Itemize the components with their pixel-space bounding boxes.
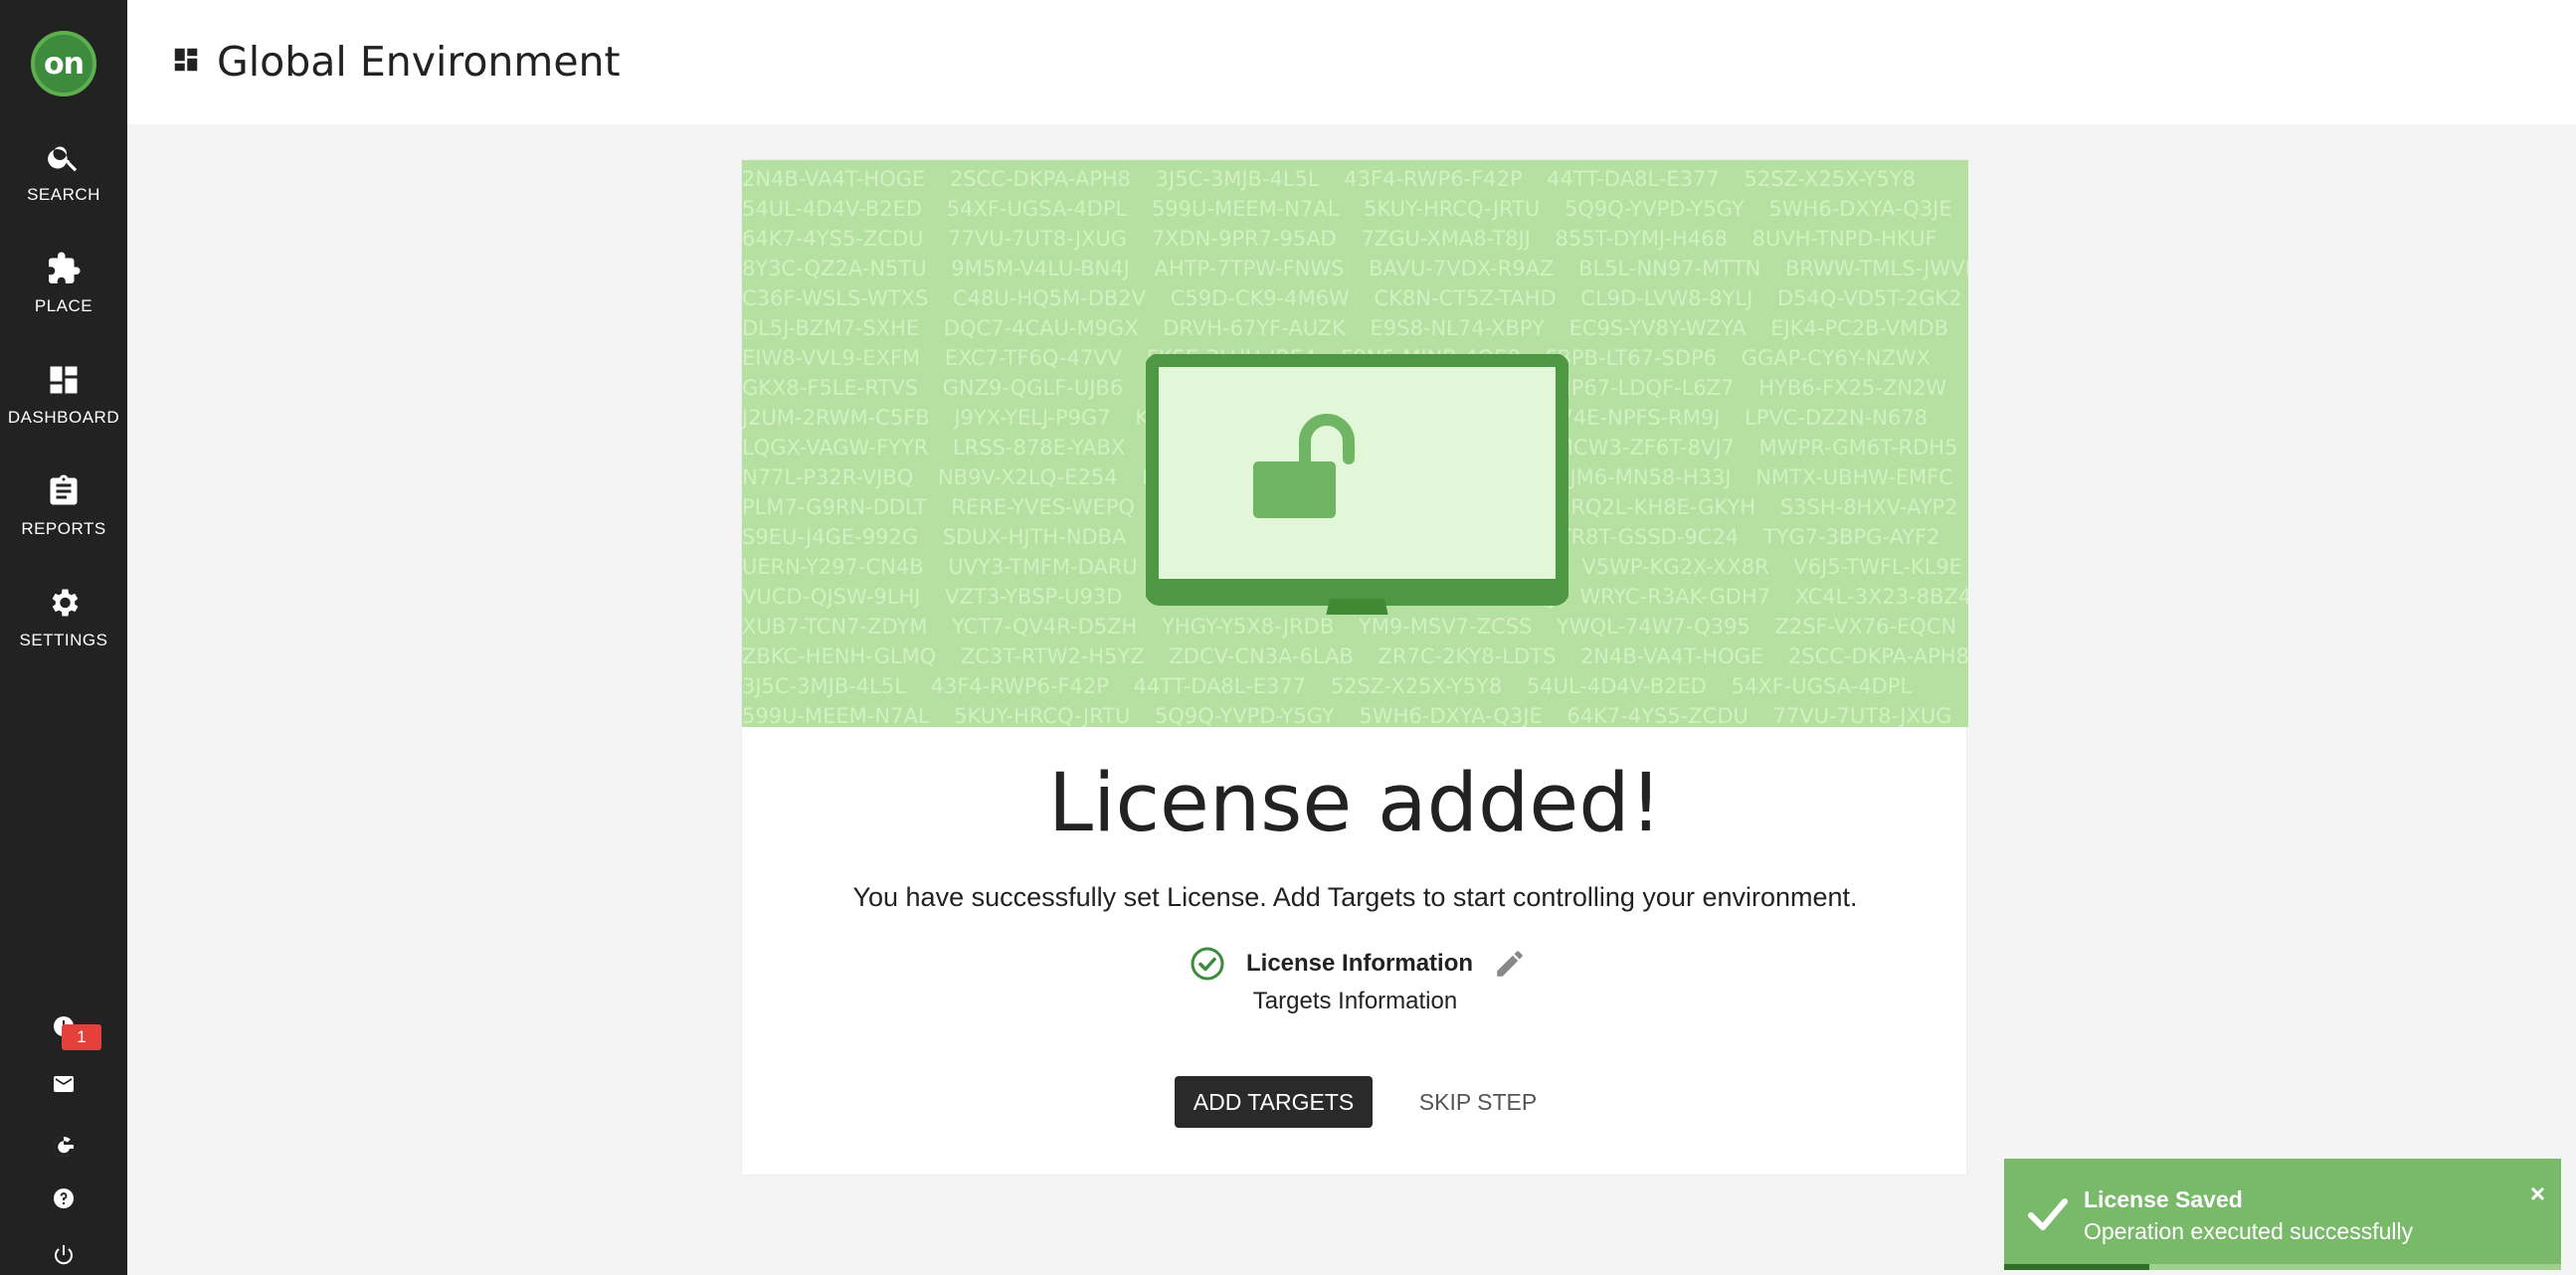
- nav-search-label: SEARCH: [27, 185, 100, 204]
- clipboard-icon: [50, 474, 78, 505]
- page-title: Global Environment: [217, 38, 621, 86]
- add-targets-button[interactable]: ADD TARGETS: [1175, 1076, 1373, 1128]
- license-key-line: 54UL-4D4V-B2ED 54XF-UGSA-4DPL 599U-MEEM-…: [742, 197, 1952, 221]
- power-button[interactable]: [48, 1239, 80, 1271]
- license-key-line: 2N4B-VA4T-HOGE 2SCC-DKPA-APH8 3J5C-3MJB-…: [742, 167, 1916, 191]
- license-key-line: 3J5C-3MJB-4L5L 43F4-RWP6-F42P 44TT-DA8L-…: [742, 674, 1913, 698]
- unlocked-monitor-icon: [1146, 354, 1568, 615]
- toast-close-button[interactable]: ×: [2530, 1179, 2545, 1209]
- hero-banner: 2N4B-VA4T-HOGE 2SCC-DKPA-APH8 3J5C-3MJB-…: [742, 160, 1968, 727]
- gear-icon: [52, 589, 79, 617]
- toast-title: License Saved: [2084, 1186, 2243, 1212]
- step-license-label: License Information: [1246, 950, 1474, 977]
- puzzle-icon: [49, 252, 81, 283]
- nav-settings-label: SETTINGS: [19, 631, 108, 649]
- power-icon: [55, 1245, 73, 1265]
- page-header: Global Environment: [127, 0, 2576, 124]
- nav-settings[interactable]: SETTINGS: [0, 585, 127, 674]
- help-button[interactable]: [48, 1183, 80, 1214]
- check-circle-icon: [1191, 947, 1224, 981]
- dashboard-icon: [50, 366, 78, 394]
- checkmark-icon: [2028, 1198, 2068, 1230]
- nav-dashboard[interactable]: DASHBOARD: [0, 362, 127, 452]
- mail-icon: [54, 1076, 74, 1092]
- license-key-line: 599U-MEEM-N7AL 5KUY-HRCQ-JRTU 5Q9Q-YVPD-…: [742, 704, 1952, 727]
- nav-search[interactable]: SEARCH: [0, 139, 127, 229]
- success-description: You have successfully set License. Add T…: [852, 882, 1858, 912]
- search-icon: [48, 146, 78, 172]
- skip-step-button[interactable]: SKIP STEP: [1403, 1076, 1553, 1128]
- app-logo[interactable]: on: [31, 31, 96, 96]
- notification-badge: 1: [62, 1024, 101, 1050]
- google-icon: [54, 1137, 74, 1157]
- nav-place-label: PLACE: [34, 296, 93, 315]
- nav-dashboard-label: DASHBOARD: [7, 408, 120, 427]
- toast-progress-track: [2004, 1264, 2561, 1270]
- toast-message: Operation executed successfully: [2084, 1218, 2414, 1244]
- nav-place[interactable]: PLACE: [0, 251, 127, 340]
- license-key-line: ZBKC-HENH-GLMQ ZC3T-RTW2-H5YZ ZDCV-CN3A-…: [742, 644, 1968, 668]
- license-key-line: C36F-WSLS-WTXS C48U-HQ5M-DB2V C59D-CK9-4…: [742, 286, 1962, 310]
- toast-notification: License Saved Operation executed success…: [2004, 1159, 2561, 1270]
- nav-reports[interactable]: REPORTS: [0, 473, 127, 563]
- step-license-information: License Information: [1191, 944, 1527, 984]
- success-title: License added!: [1047, 757, 1663, 850]
- sidebar: on SEARCH PLACE DASHBOARD REPORTS SETTIN…: [0, 0, 127, 1275]
- license-key-line: 64K7-4YS5-ZCDU 77VU-7UT8-JXUG 7XDN-9PR7-…: [742, 227, 1937, 251]
- license-key-line: DL5J-BZM7-SXHE DQC7-4CAU-M9GX DRVH-67YF-…: [742, 316, 1948, 340]
- help-icon: [54, 1188, 74, 1208]
- license-key-line: XUB7-TCN7-ZDYM YCT7-QV4R-D5ZH YHGY-Y5X8-…: [742, 615, 1957, 638]
- license-card: 2N4B-VA4T-HOGE 2SCC-DKPA-APH8 3J5C-3MJB-…: [741, 159, 1968, 1176]
- license-key-line: 8Y3C-QZ2A-N5TU 9M5M-V4LU-BN4J AHTP-7TPW-…: [742, 257, 1968, 280]
- dashboard-icon: [174, 48, 198, 72]
- mail-button[interactable]: [48, 1068, 80, 1100]
- nav-reports-label: REPORTS: [21, 519, 106, 538]
- step-targets-information: Targets Information: [1252, 988, 1458, 1014]
- toast-progress-fill: [2004, 1264, 2149, 1270]
- google-button[interactable]: [48, 1131, 80, 1163]
- pencil-icon[interactable]: [1493, 947, 1527, 981]
